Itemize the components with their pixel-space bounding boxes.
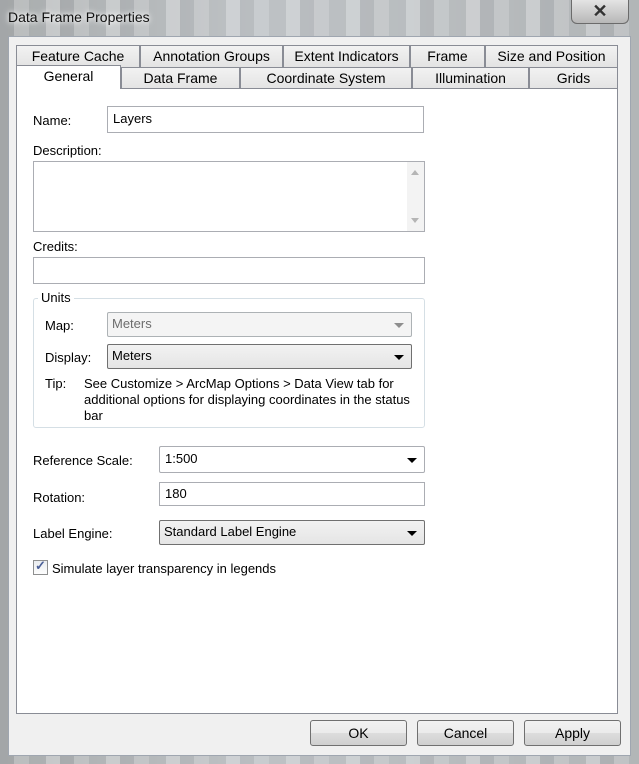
tip-text: See Customize > ArcMap Options > Data Vi… <box>84 376 410 423</box>
chevron-down-icon[interactable] <box>407 458 417 463</box>
tab-feature-cache[interactable]: Feature Cache <box>16 45 140 67</box>
map-units-dropdown: Meters <box>107 312 412 337</box>
rotation-field[interactable]: 180 <box>159 482 425 506</box>
map-units-value: Meters <box>112 316 152 331</box>
ok-button[interactable]: OK <box>310 720 407 746</box>
description-label: Description: <box>33 143 102 158</box>
dialog-client: Feature Cache Annotation Groups Extent I… <box>8 36 631 756</box>
tab-data-frame[interactable]: Data Frame <box>121 67 240 89</box>
rotation-label: Rotation: <box>33 490 86 505</box>
tip-label: Tip: <box>45 376 67 391</box>
label-engine-label: Label Engine: <box>33 526 113 541</box>
name-field[interactable]: Layers <box>107 106 424 133</box>
units-group-title: Units <box>38 290 74 305</box>
rotation-value: 180 <box>165 486 187 501</box>
close-icon: ✕ <box>592 1 608 21</box>
dialog-window: Data Frame Properties ✕ Feature Cache An… <box>0 0 639 764</box>
tab-coordinate-system[interactable]: Coordinate System <box>240 67 412 89</box>
credits-field[interactable] <box>33 257 425 284</box>
tab-frame[interactable]: Frame <box>410 45 485 67</box>
reference-scale-combo[interactable]: 1:500 <box>159 446 425 473</box>
chevron-down-icon <box>407 531 417 536</box>
scroll-down-icon[interactable] <box>411 218 419 223</box>
window-title: Data Frame Properties <box>8 9 150 25</box>
simulate-transparency-label[interactable]: Simulate layer transparency in legends <box>52 561 276 576</box>
display-units-value: Meters <box>112 348 152 363</box>
tab-extent-indicators[interactable]: Extent Indicators <box>283 45 410 67</box>
general-tab-panel: Name: Layers Description: Credits: Units… <box>16 88 618 714</box>
credits-label: Credits: <box>33 239 78 254</box>
close-button[interactable]: ✕ <box>571 0 629 24</box>
tab-grids[interactable]: Grids <box>529 67 618 89</box>
checkmark-icon: ✓ <box>35 558 46 573</box>
chevron-down-icon <box>394 323 404 328</box>
tab-annotation-groups[interactable]: Annotation Groups <box>140 45 283 67</box>
tab-illumination[interactable]: Illumination <box>412 67 529 89</box>
apply-button[interactable]: Apply <box>524 720 621 746</box>
map-units-label: Map: <box>45 318 74 333</box>
reference-scale-value: 1:500 <box>165 451 198 466</box>
description-field[interactable] <box>33 161 425 232</box>
reference-scale-label: Reference Scale: <box>33 453 133 468</box>
display-units-label: Display: <box>45 350 92 365</box>
tab-general[interactable]: General <box>16 65 121 89</box>
label-engine-value: Standard Label Engine <box>164 524 297 539</box>
simulate-transparency-checkbox[interactable]: ✓ <box>33 558 48 575</box>
display-units-dropdown[interactable]: Meters <box>107 344 412 369</box>
title-bar[interactable]: Data Frame Properties ✕ <box>0 0 639 36</box>
description-scrollbar[interactable] <box>407 162 424 231</box>
tab-size-and-position[interactable]: Size and Position <box>485 45 618 67</box>
chevron-down-icon <box>394 355 404 360</box>
scroll-up-icon[interactable] <box>411 170 419 175</box>
label-engine-dropdown[interactable]: Standard Label Engine <box>159 520 425 545</box>
name-label: Name: <box>33 113 72 128</box>
cancel-button[interactable]: Cancel <box>417 720 514 746</box>
